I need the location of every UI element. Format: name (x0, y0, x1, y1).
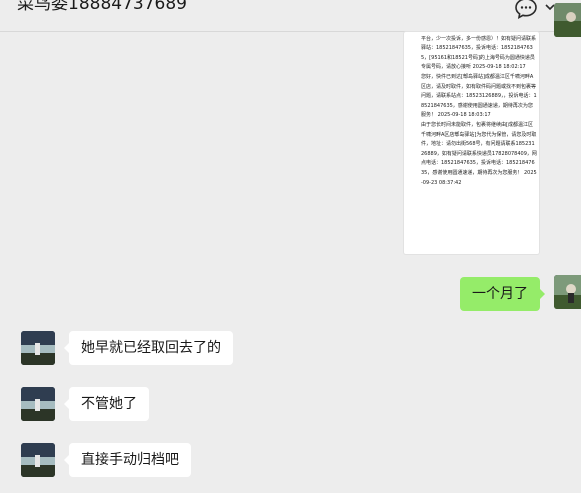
chat-header: 菜鸟委18884737689 (0, 0, 581, 32)
chat-title: 菜鸟委18884737689 (17, 0, 187, 14)
avatar-self[interactable] (554, 3, 581, 37)
avatar-contact[interactable] (21, 387, 55, 421)
avatar-contact[interactable] (21, 331, 55, 365)
message-bubble-received[interactable]: 直接手动归档吧 (64, 443, 191, 477)
message-bubble-received[interactable]: 不管她了 (64, 387, 149, 421)
avatar-contact[interactable] (21, 443, 55, 477)
sms-screenshot-text: （17828078409）正在派件，（有事先呼我，勿找平台，少一次投诉，多一份感… (421, 35, 537, 186)
avatar-self[interactable] (554, 275, 581, 309)
message-bubble-sent[interactable]: 一个月了 (460, 277, 545, 311)
chat-bubble-icon[interactable] (514, 0, 538, 19)
sms-screenshot-image[interactable]: （17828078409）正在派件，（有事先呼我，勿找平台，少一次投诉，多一份感… (404, 32, 539, 254)
message-bubble-received[interactable]: 她早就已经取回去了的 (64, 331, 233, 365)
